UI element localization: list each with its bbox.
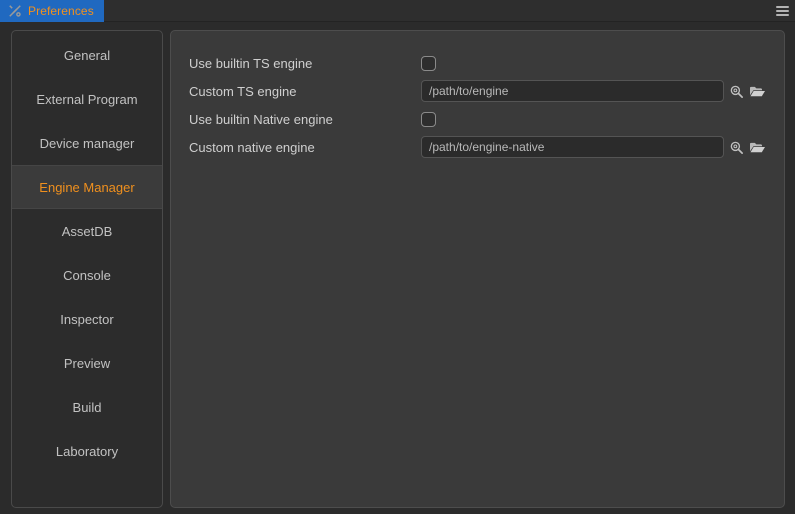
row-custom-ts-engine: Custom TS engine — [189, 77, 766, 105]
titlebar: Preferences — [0, 0, 795, 22]
custom-ts-engine-search-button[interactable] — [728, 83, 745, 100]
folder-open-icon — [749, 84, 766, 99]
custom-ts-engine-field-group — [421, 80, 766, 102]
custom-ts-engine-browse-button[interactable] — [749, 83, 766, 100]
magnifier-icon — [729, 140, 744, 155]
row-control — [421, 55, 766, 71]
hamburger-line — [775, 13, 789, 16]
row-control — [421, 111, 766, 127]
row-label: Custom native engine — [189, 139, 315, 155]
sidebar-item-label: External Program — [36, 91, 138, 107]
sidebar-item-engine-manager[interactable]: Engine Manager — [12, 165, 162, 209]
sidebar-item-label: AssetDB — [61, 223, 113, 239]
sidebar-item-label: Inspector — [60, 311, 114, 327]
row-label: Custom TS engine — [189, 83, 297, 99]
sidebar-item-console[interactable]: Console — [12, 253, 162, 297]
custom-native-engine-field-group — [421, 136, 766, 158]
hamburger-line — [775, 5, 789, 8]
sidebar-item-label: Build — [72, 399, 102, 415]
row-control — [421, 136, 766, 158]
row-custom-native-engine: Custom native engine — [189, 133, 766, 161]
preferences-window: Preferences General External Program Dev… — [0, 0, 795, 514]
magnifier-icon — [729, 84, 744, 99]
folder-open-icon — [749, 140, 766, 155]
custom-native-engine-input[interactable] — [421, 136, 724, 158]
sidebar-item-label: Engine Manager — [39, 179, 135, 195]
row-use-builtin-native-engine: Use builtin Native engine — [189, 105, 766, 133]
titlebar-spacer — [104, 0, 769, 21]
sidebar-item-build[interactable]: Build — [12, 385, 162, 429]
hamburger-line — [775, 9, 789, 12]
hamburger-menu-icon[interactable] — [769, 0, 795, 21]
sidebar-item-label: Laboratory — [55, 443, 119, 459]
custom-native-engine-browse-button[interactable] — [749, 139, 766, 156]
sidebar-item-device-manager[interactable]: Device manager — [12, 121, 162, 165]
use-builtin-ts-engine-checkbox[interactable] — [421, 55, 436, 71]
sidebar-item-laboratory[interactable]: Laboratory — [12, 429, 162, 473]
sidebar-item-assetdb[interactable]: AssetDB — [12, 209, 162, 253]
sidebar-item-preview[interactable]: Preview — [12, 341, 162, 385]
engine-manager-panel: Use builtin TS engine Custom TS engine /… — [170, 30, 785, 508]
sidebar-item-external-program[interactable]: External Program — [12, 77, 162, 121]
tab-label: Preferences — [28, 4, 94, 18]
row-label: Use builtin TS engine — [189, 55, 313, 71]
row-use-builtin-ts-engine: Use builtin TS engine — [189, 49, 766, 77]
sidebar-item-label: Preview — [63, 355, 111, 371]
custom-native-engine-search-button[interactable] — [728, 139, 745, 156]
row-control — [421, 80, 766, 102]
content-area: General External Program Device manager … — [0, 22, 795, 514]
sidebar-item-general[interactable]: General — [12, 33, 162, 77]
row-label: Use builtin Native engine — [189, 111, 333, 127]
tab-preferences[interactable]: Preferences — [0, 0, 104, 22]
sidebar-item-inspector[interactable]: Inspector — [12, 297, 162, 341]
preferences-sidebar: General External Program Device manager … — [11, 30, 163, 508]
use-builtin-native-engine-checkbox[interactable] — [421, 111, 436, 127]
sidebar-item-label: Console — [63, 267, 111, 283]
sidebar-item-label: General — [63, 47, 111, 63]
sidebar-item-label: Device manager — [39, 135, 135, 151]
custom-ts-engine-input[interactable] — [421, 80, 724, 102]
tools-icon — [8, 4, 22, 18]
